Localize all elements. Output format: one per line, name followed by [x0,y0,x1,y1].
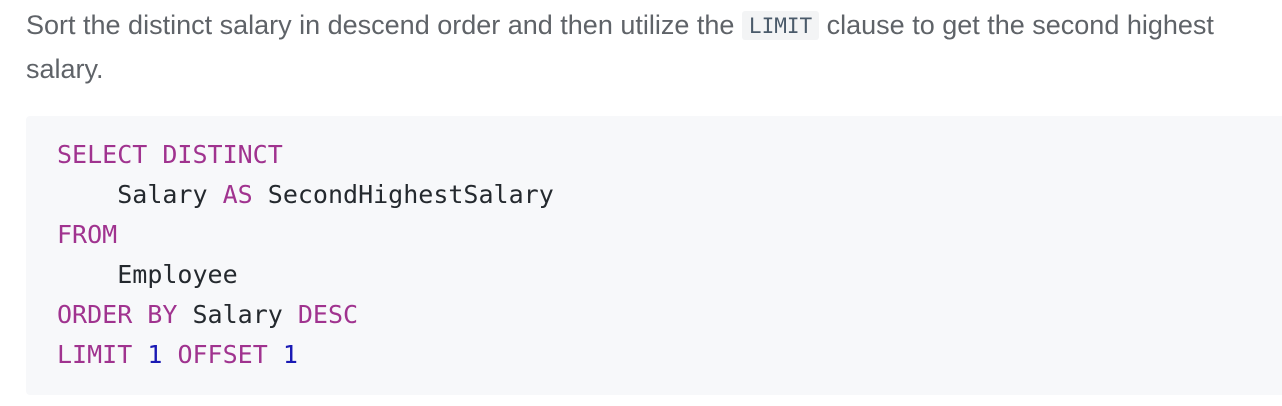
identifier-salary: Salary [117,180,208,209]
inline-code-limit: LIMIT [741,11,820,40]
keyword-limit: LIMIT [57,340,133,369]
sql-code: SELECT DISTINCT Salary AS SecondHighestS… [57,135,554,375]
keyword-desc: DESC [297,300,359,329]
code-line-1: SELECT DISTINCT [57,135,554,175]
description-text-before: Sort the distinct salary in descend orde… [26,10,742,40]
number-offset-value: 1 [282,340,298,369]
sql-code-block: SELECT DISTINCT Salary AS SecondHighestS… [26,116,1282,395]
keyword-order-by: ORDER BY [57,300,178,329]
code-line-6: LIMIT 1 OFFSET 1 [57,335,554,375]
solution-description: Sort the distinct salary in descend orde… [26,4,1266,91]
keyword-select: SELECT [57,140,148,169]
keyword-distinct: DISTINCT [162,140,283,169]
identifier-alias: SecondHighestSalary [267,180,554,209]
code-line-2: Salary AS SecondHighestSalary [57,175,554,215]
keyword-offset: OFFSET [177,340,268,369]
keyword-from: FROM [57,220,118,249]
keyword-as: AS [222,180,253,209]
code-line-4: Employee [57,255,554,295]
identifier-salary: Salary [192,300,283,329]
code-line-3: FROM [57,215,554,255]
number-limit-value: 1 [147,340,163,369]
identifier-table: Employee [117,260,238,289]
code-line-5: ORDER BY Salary DESC [57,295,554,335]
